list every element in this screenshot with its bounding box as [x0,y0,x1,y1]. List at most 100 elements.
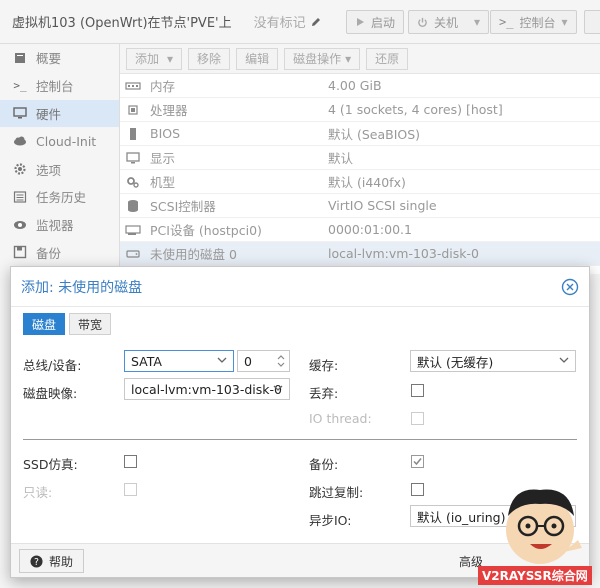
console-button[interactable]: >_ 控制台 ▾ [490,10,577,34]
hw-row-memory[interactable]: 内存 4.00 GiB [120,74,600,98]
discard-label: 丢弃: [309,386,339,401]
disk-image-value: local-lvm:vm-103-disk-0 [131,381,282,397]
list-icon [12,189,28,205]
shutdown-label: 关机 [434,15,459,30]
edit-button[interactable]: 编辑 [236,47,279,70]
revert-label: 还原 [375,52,400,66]
disk-ops-label: 磁盘操作 [293,52,342,66]
hw-row-display[interactable]: 显示 默认 [120,146,600,170]
hw-label: PCI设备 (hostpci0) [150,223,262,238]
chevron-down-icon: ▾ [474,15,481,29]
cogs-icon [124,175,142,189]
ssd-emulation-checkbox[interactable] [124,455,137,468]
sidebar-item-summary[interactable]: 概要 [0,44,119,72]
add-button[interactable]: 添加 ▾ [126,47,183,70]
cache-value: 默认 (无缓存) [417,354,494,370]
bus-select[interactable]: SATA [124,350,234,372]
sidebar-item-label: 硬件 [36,106,62,122]
memory-icon [124,81,142,91]
device-index-stepper[interactable]: 0 [237,350,290,372]
question-icon: ? [30,554,43,567]
database-icon [124,199,142,213]
remove-label: 移除 [197,52,222,66]
dialog-title: 添加: 未使用的磁盘 [21,279,143,296]
hw-value: local-lvm:vm-103-disk-0 [328,246,479,261]
io-thread-checkbox[interactable] [411,412,424,425]
edit-label: 编辑 [245,52,270,66]
device-index-value: 0 [244,353,252,369]
close-icon[interactable] [561,278,579,296]
hw-row-cpu[interactable]: 处理器 4 (1 sockets, 4 cores) [host] [120,98,600,122]
hw-value: VirtIO SCSI single [328,198,437,213]
pencil-icon [311,17,320,26]
revert-button[interactable]: 还原 [366,47,409,70]
chevron-down-icon: ▾ [561,15,568,29]
read-only-checkbox[interactable] [124,483,137,496]
cloud-icon [12,133,28,149]
section-divider [23,439,577,440]
cpu-icon [124,103,142,117]
hw-row-pci[interactable]: PCI设备 (hostpci0) 0000:01:00.1 [120,218,600,242]
tag-edit[interactable]: 没有标记 [254,12,322,31]
tab-disk[interactable]: 磁盘 [23,313,66,335]
eye-icon [12,217,28,233]
hw-label: 机型 [150,175,176,190]
sidebar-item-cloud-init[interactable]: Cloud-Init [0,127,119,155]
sidebar-item-label: 备份 [36,245,62,261]
hw-label: 处理器 [150,103,188,118]
terminal-icon: >_ [499,15,514,29]
add-label: 添加 [135,52,160,66]
dialog-header: 添加: 未使用的磁盘 [11,267,589,307]
sidebar-item-options[interactable]: 选项 [0,155,119,183]
pci-card-icon [124,224,142,236]
monitor-icon [12,105,28,121]
start-button[interactable]: 启动 [346,10,405,34]
hw-row-scsi[interactable]: SCSI控制器 VirtIO SCSI single [120,194,600,218]
sidebar-item-label: 控制台 [36,79,74,95]
no-tag-label: 没有标记 [253,16,306,31]
hw-value: 默认 (SeaBIOS) [328,127,421,142]
vm-title: 虚拟机103 (OpenWrt)在节点'PVE'上 [12,16,232,31]
sidebar-item-console[interactable]: >_ 控制台 [0,72,119,100]
play-icon [357,18,364,26]
cache-select[interactable]: 默认 (无缓存) [410,350,576,372]
hw-row-unused-disk[interactable]: 未使用的磁盘 0 local-lvm:vm-103-disk-0 [120,242,600,266]
skip-replication-checkbox[interactable] [411,483,424,496]
sidebar-item-backup[interactable]: 备份 [0,239,119,267]
sidebar-item-hardware[interactable]: 硬件 [0,99,119,128]
checkmark-icon [413,458,422,466]
more-button[interactable] [584,10,600,34]
discard-checkbox[interactable] [411,384,424,397]
sidebar-item-monitor[interactable]: 监视器 [0,211,119,239]
monitor-icon [124,151,142,165]
hardware-panel: 添加 ▾ 移除 编辑 磁盘操作 ▾ 还原 内存 4.00 GiB 处理器 4 (… [120,44,600,274]
help-button[interactable]: ? 帮助 [19,549,85,573]
remove-button[interactable]: 移除 [188,47,231,70]
chip-icon [124,127,142,141]
hw-label: 未使用的磁盘 0 [150,247,237,262]
bus-value: SATA [131,353,162,369]
svg-text:?: ? [34,556,39,567]
gear-icon [12,161,28,177]
io-thread-label: IO thread: [309,411,372,426]
hw-value: 默认 (i440fx) [328,175,406,190]
book-icon [12,50,28,66]
floppy-icon [12,244,28,260]
hw-label: 内存 [150,79,176,94]
chevron-down-icon [273,385,283,391]
backup-checkbox[interactable] [411,455,424,468]
chevron-down-icon: ▾ [345,51,352,66]
hw-row-bios[interactable]: BIOS 默认 (SeaBIOS) [120,122,600,146]
tab-bandwidth[interactable]: 带宽 [69,313,112,335]
hw-value: 默认 [328,151,354,166]
disk-ops-button[interactable]: 磁盘操作 ▾ [284,47,361,70]
sidebar: 概要 >_ 控制台 硬件 Cloud-Init 选项 任务历史 监视器 备份 [0,44,120,274]
sidebar-item-task-history[interactable]: 任务历史 [0,183,119,211]
hdd-icon [124,248,142,260]
hardware-toolbar: 添加 ▾ 移除 编辑 磁盘操作 ▾ 还原 [120,44,600,74]
mascot-watermark-icon [506,489,582,564]
hw-row-machine[interactable]: 机型 默认 (i440fx) [120,170,600,194]
hw-value: 4.00 GiB [328,78,382,93]
disk-image-select[interactable]: local-lvm:vm-103-disk-0 [124,378,290,400]
shutdown-button[interactable]: 关机 ▾ [408,10,490,34]
